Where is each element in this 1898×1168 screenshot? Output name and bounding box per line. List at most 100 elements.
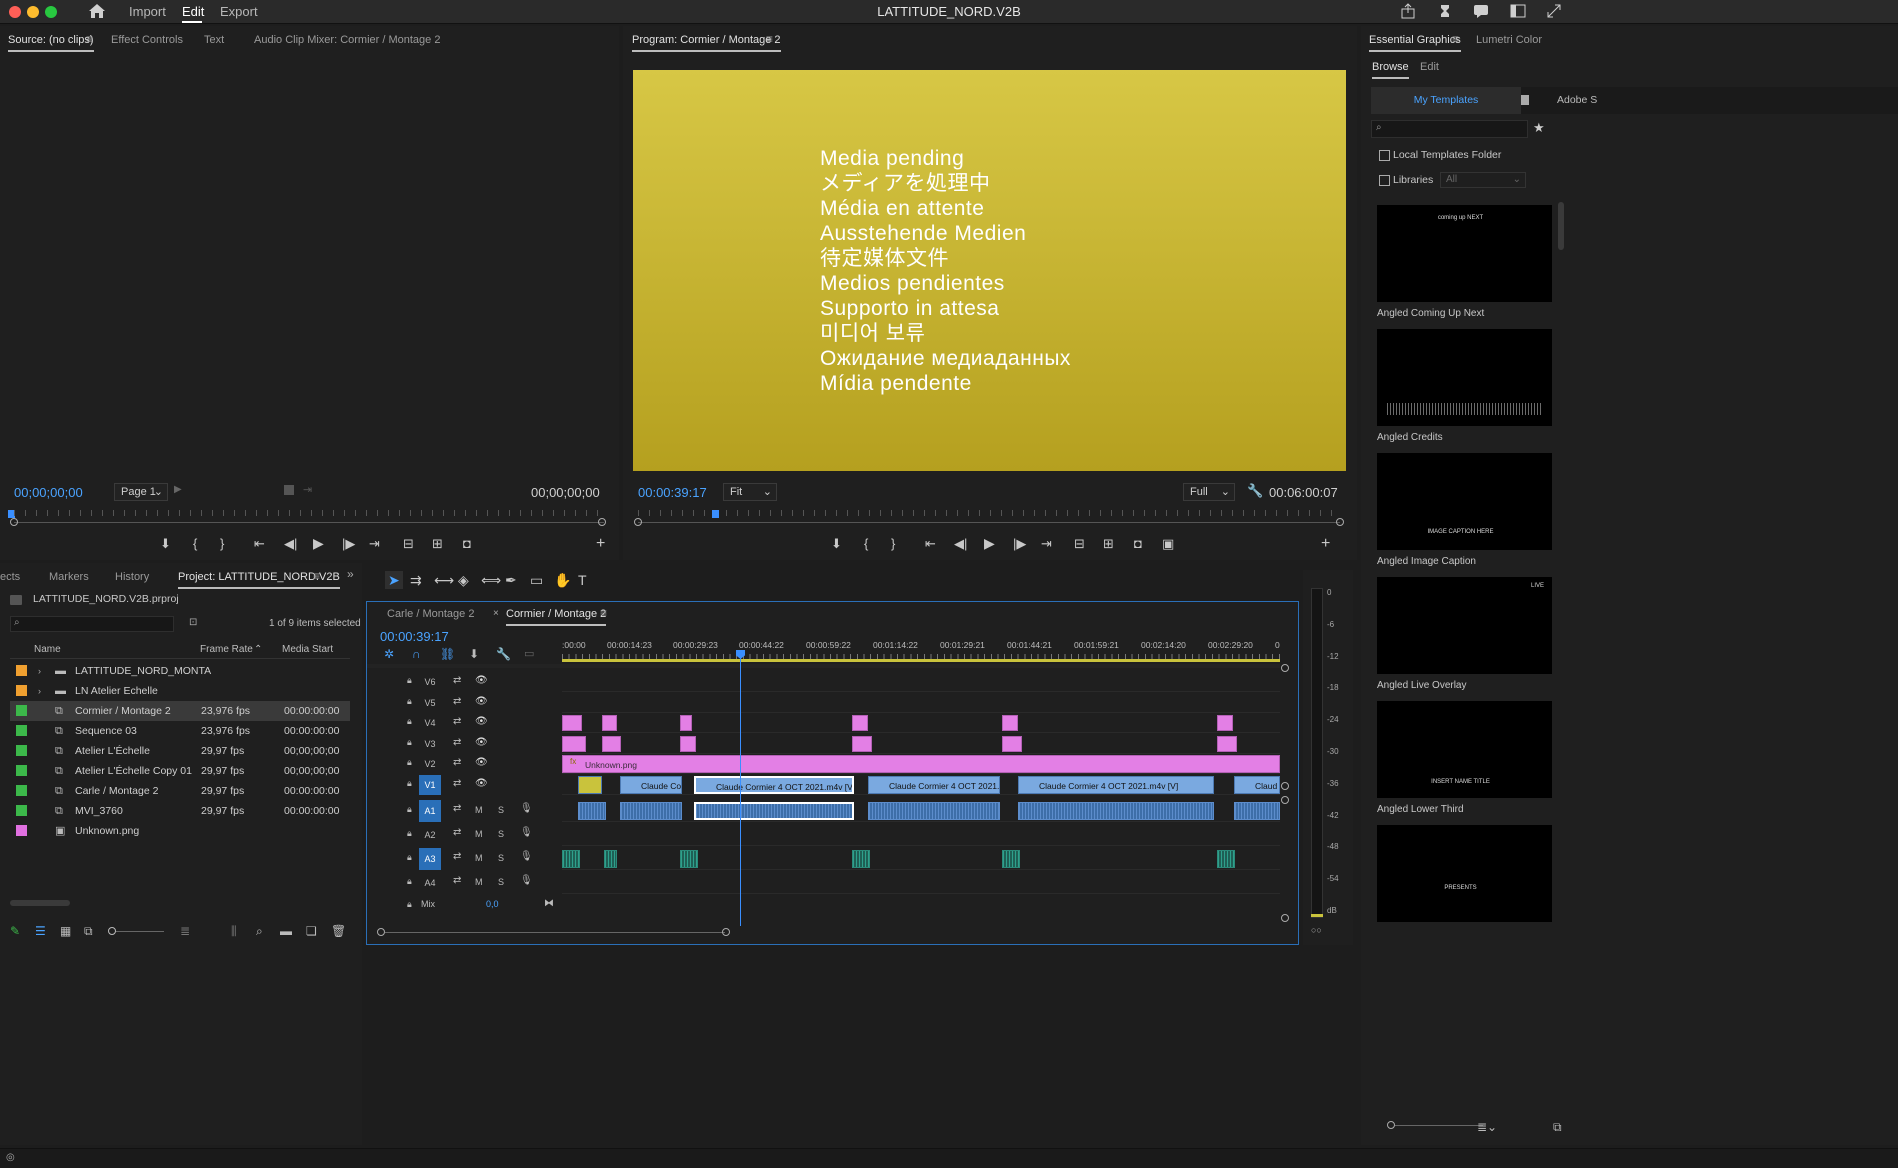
sort-ascending-icon[interactable]: ⌃: [254, 644, 262, 655]
comparison-view-icon[interactable]: ▣: [1162, 536, 1174, 552]
lock-icon[interactable]: 🔒︎: [407, 716, 412, 727]
feedback-icon[interactable]: [1473, 3, 1489, 19]
export-frame-icon[interactable]: ◘: [463, 536, 471, 551]
lock-icon[interactable]: 🔒︎: [407, 778, 412, 789]
col-name[interactable]: Name: [34, 644, 61, 655]
source-zoom-right[interactable]: [598, 518, 606, 526]
fit-select[interactable]: Fit ⌄: [723, 483, 777, 501]
label-color-swatch[interactable]: [16, 825, 27, 836]
lift-icon[interactable]: ⊟: [1074, 536, 1085, 552]
pen-tool-icon[interactable]: ✒: [505, 572, 517, 589]
track-label[interactable]: A3: [419, 848, 441, 870]
lock-icon[interactable]: 🔒︎: [407, 876, 412, 887]
tab-audio-clip-mixer[interactable]: Audio Clip Mixer: Cormier / Montage 2: [254, 26, 440, 54]
program-playhead[interactable]: [712, 510, 720, 518]
track-label[interactable]: A4: [419, 872, 441, 894]
source-timecode[interactable]: 00;00;00;00: [14, 485, 83, 500]
eye-icon[interactable]: 👁︎: [475, 675, 488, 686]
audio-clip[interactable]: [1018, 802, 1214, 820]
timeline-menu-icon[interactable]: ≡: [600, 606, 607, 620]
label-color-swatch[interactable]: [16, 765, 27, 776]
go-to-end-icon[interactable]: ⧓: [544, 898, 554, 909]
wrench-icon[interactable]: 🔧: [1247, 483, 1263, 499]
track-label[interactable]: V4: [419, 713, 441, 733]
zoom-slider-track[interactable]: [116, 931, 164, 932]
add-marker-icon[interactable]: ⬇: [831, 536, 842, 552]
source-zoom-left[interactable]: [10, 518, 18, 526]
track-label[interactable]: A1: [419, 800, 441, 822]
close-tab-icon[interactable]: ×: [493, 608, 499, 619]
sync-lock-icon[interactable]: ⇄: [453, 803, 461, 814]
project-item-row[interactable]: ⧉ MVI_3760 29,97 fps 00:00:00:00: [10, 801, 350, 821]
mark-in-icon[interactable]: {: [864, 536, 868, 551]
tab-text[interactable]: Text: [204, 26, 224, 54]
clip-fx[interactable]: [578, 775, 602, 794]
mute-button[interactable]: M: [475, 805, 483, 815]
sync-lock-icon[interactable]: ⇄: [453, 757, 461, 768]
source-menu-icon[interactable]: ≡: [86, 32, 93, 46]
go-to-out-icon[interactable]: ⇥: [369, 536, 380, 552]
nest-icon[interactable]: ✲: [384, 647, 394, 661]
go-to-in-icon[interactable]: ⇤: [925, 536, 936, 552]
insert-icon[interactable]: [284, 485, 294, 495]
audio-clip[interactable]: [852, 850, 870, 868]
project-item-row[interactable]: › ▬ LN Atelier Echelle: [10, 681, 350, 701]
image-clip-unknown[interactable]: Unknown.png: [562, 755, 1280, 773]
ripple-edit-tool-icon[interactable]: ⟷: [434, 572, 454, 589]
sort-icon[interactable]: ≣: [180, 924, 190, 938]
lock-icon[interactable]: 🔒︎: [407, 757, 412, 768]
sync-lock-icon[interactable]: ⇄: [453, 696, 461, 707]
template-thumbnail[interactable]: INSERT NAME TITLE: [1377, 701, 1552, 798]
go-to-out-icon[interactable]: ⇥: [1041, 536, 1052, 552]
sync-lock-icon[interactable]: ⇄: [453, 675, 461, 686]
sync-lock-icon[interactable]: ⇄: [453, 737, 461, 748]
tab-lumetri-color[interactable]: Lumetri Color: [1476, 26, 1542, 54]
template-thumbnail[interactable]: LIVE: [1377, 577, 1552, 674]
thumbnail-size-slider[interactable]: [1395, 1125, 1483, 1126]
tab-browse[interactable]: Browse: [1372, 53, 1409, 81]
audio-clip[interactable]: [578, 802, 606, 820]
linked-selection-icon[interactable]: ⛓: [440, 647, 455, 661]
audio-scroll-top[interactable]: [1281, 796, 1289, 804]
razor-tool-icon[interactable]: ◈: [458, 572, 469, 589]
graphic-clip[interactable]: [1002, 715, 1018, 731]
trash-icon[interactable]: 🗑: [331, 924, 346, 938]
share-icon[interactable]: [1400, 3, 1416, 19]
lock-icon[interactable]: 🔒︎: [407, 804, 412, 815]
tab-effects[interactable]: ects: [0, 563, 20, 591]
slip-tool-icon[interactable]: ⟺: [481, 572, 501, 589]
track-label[interactable]: V6: [419, 672, 441, 692]
freeform-view-icon[interactable]: ⧉: [84, 924, 93, 939]
timeline-zoom-left[interactable]: [377, 928, 385, 936]
lock-icon[interactable]: 🔒︎: [407, 675, 412, 686]
label-color-swatch[interactable]: [16, 665, 27, 676]
add-button-icon[interactable]: +: [1321, 535, 1330, 553]
microphone-icon[interactable]: 🎙︎: [520, 851, 533, 862]
graphic-clip[interactable]: [852, 735, 872, 752]
track-select-tool-icon[interactable]: ⇉: [410, 572, 422, 589]
microphone-icon[interactable]: 🎙︎: [520, 875, 533, 886]
project-item-row[interactable]: ⧉ Sequence 03 23,976 fps 00:00:00:00: [10, 721, 350, 741]
expand-folder-icon[interactable]: ›: [38, 661, 41, 681]
timeline-horizontal-scrollbar[interactable]: [385, 932, 725, 933]
project-scrollbar[interactable]: [10, 900, 70, 906]
lock-icon[interactable]: 🔒︎: [407, 737, 412, 748]
graphic-clip[interactable]: [602, 735, 621, 752]
solo-button[interactable]: S: [498, 853, 504, 863]
program-scrub-bar[interactable]: [638, 522, 1340, 523]
video-clip[interactable]: Claud: [1234, 775, 1280, 794]
graphic-clip[interactable]: [1002, 735, 1022, 752]
template-thumbnail[interactable]: coming up NEXT: [1377, 205, 1552, 302]
label-color-swatch[interactable]: [16, 785, 27, 796]
mark-in-icon[interactable]: {: [193, 536, 197, 551]
program-zoom-right[interactable]: [1336, 518, 1344, 526]
project-item-row[interactable]: › ▬ LATTITUDE_NORD_MONTA: [10, 661, 350, 681]
solo-button[interactable]: S: [498, 877, 504, 887]
audio-clip[interactable]: [562, 850, 580, 868]
solo-meter-icon[interactable]: ○○: [1311, 925, 1322, 935]
libraries-select[interactable]: All ⌄: [1440, 172, 1526, 188]
source-scrub-bar[interactable]: [14, 522, 604, 523]
zoom-slider-handle[interactable]: [108, 927, 116, 935]
project-search-input[interactable]: ⌕: [10, 616, 174, 632]
local-templates-checkbox[interactable]: [1379, 150, 1390, 161]
